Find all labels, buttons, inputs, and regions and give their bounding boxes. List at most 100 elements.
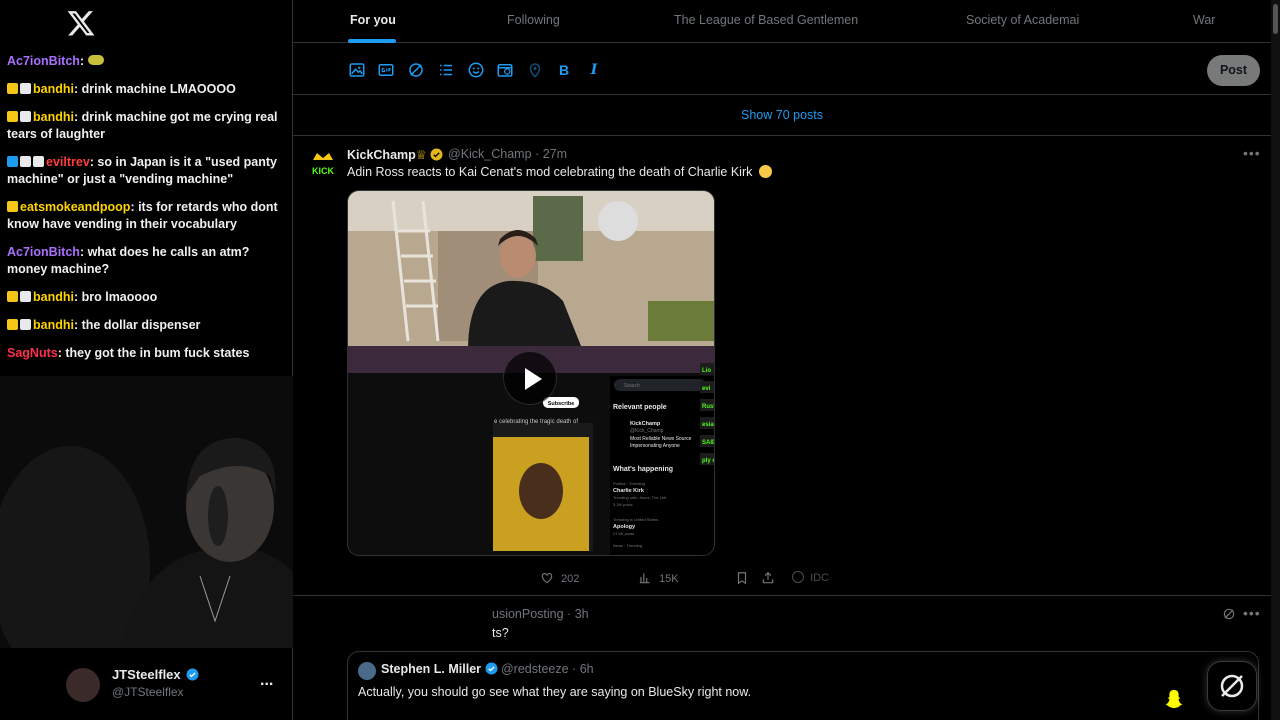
chat-text: bro lmaoooo <box>81 290 158 304</box>
tab-league-of-based-gentlemen[interactable]: The League of Based Gentlemen <box>674 13 858 27</box>
emoji-icon[interactable] <box>467 61 485 79</box>
chat-message: Ac7ionBitch: what does he calls an atm? … <box>7 244 287 278</box>
heart-icon <box>541 573 553 584</box>
gif-icon[interactable] <box>377 61 395 79</box>
chat-separator: : <box>79 245 88 259</box>
svg-text:Relevant people: Relevant people <box>613 404 667 411</box>
tweet-time: 3h <box>574 607 589 621</box>
gold-verified-icon <box>431 148 443 161</box>
chat-separator: : <box>73 290 82 304</box>
overlay-label: SAID <box>702 440 715 446</box>
svg-text:Impersonating Anyone: Impersonating Anyone <box>630 443 680 449</box>
poll-icon[interactable] <box>437 61 455 79</box>
chat-username[interactable]: bandhi <box>33 318 74 332</box>
verified-badge-icon <box>485 662 497 675</box>
tweet-meta: usionPosting · 3h <box>492 607 589 621</box>
timeline-tabs: For you Following The League of Based Ge… <box>293 0 1271 43</box>
stream-chat: Ac7ionBitch: bandhi: drink machine LMAOO… <box>7 53 287 373</box>
badge-badge-icon <box>20 291 31 302</box>
video-player[interactable]: Subscribe e celebrating the tragic death… <box>347 190 715 556</box>
crown-emoji: ♕ <box>415 148 427 162</box>
play-button[interactable] <box>503 351 557 405</box>
scrollbar[interactable] <box>1271 0 1280 720</box>
crown-badge-icon <box>7 111 18 122</box>
crown-badge-icon <box>7 83 18 94</box>
chat-separator: : <box>79 54 88 68</box>
chat-message: eviltrev: so in Japan is it a "used pant… <box>7 154 287 188</box>
italic-icon[interactable]: I <box>585 61 603 79</box>
badge-badge-icon <box>20 156 31 167</box>
location-icon <box>529 63 541 78</box>
more-icon[interactable]: ... <box>260 672 273 690</box>
post-button[interactable]: Post <box>1207 55 1260 86</box>
crown-badge-icon <box>7 291 18 302</box>
grok-icon <box>1220 674 1244 698</box>
chat-username[interactable]: Ac7ionBitch <box>7 54 80 68</box>
chat-separator: : <box>130 200 139 214</box>
tab-following[interactable]: Following <box>507 13 560 27</box>
like-button[interactable]: 202 <box>540 571 579 585</box>
schedule-icon[interactable] <box>496 61 514 79</box>
crown-badge-icon <box>7 319 18 330</box>
chat-username[interactable]: bandhi <box>33 290 74 304</box>
quote-text: Actually, you should go see what they ar… <box>358 685 752 699</box>
idc-button[interactable]: IDC <box>792 571 829 584</box>
tweet-text: Adin Ross reacts to Kai Cenat's mod cele… <box>347 165 772 179</box>
svg-text:Apology: Apology <box>613 524 636 530</box>
avatar <box>66 668 100 702</box>
account-name: JTSteelflex <box>112 667 199 682</box>
verified-badge-icon <box>7 156 18 167</box>
show-new-posts-button[interactable]: Show 70 posts <box>293 96 1271 136</box>
svg-text:Most Reliable News Source: Most Reliable News Source <box>630 436 692 442</box>
tab-war[interactable]: War <box>1193 13 1215 27</box>
avatar-text: KICK <box>312 166 334 176</box>
chat-username[interactable]: Ac7ionBitch <box>7 245 80 259</box>
chat-separator: : <box>73 82 82 96</box>
svg-text:What's happening: What's happening <box>613 466 673 473</box>
more-icon[interactable]: ••• <box>1243 605 1261 621</box>
screen: Ac7ionBitch: bandhi: drink machine LMAOO… <box>0 0 1280 720</box>
scrollbar-thumb[interactable] <box>1273 4 1278 34</box>
svg-text:Charlie Kirk: Charlie Kirk <box>613 488 645 494</box>
chat-username[interactable]: bandhi <box>33 82 74 96</box>
tweet[interactable]: usionPosting · 3h ts? ••• Stephen L. Mil… <box>293 597 1271 720</box>
svg-text:27.6K posts: 27.6K posts <box>613 531 634 536</box>
share-button[interactable] <box>761 571 775 585</box>
crown-badge-icon <box>7 201 18 212</box>
bookmark-icon <box>737 572 747 585</box>
chat-message: Ac7ionBitch: <box>7 53 287 70</box>
x-logo-icon[interactable] <box>66 8 96 38</box>
tweet[interactable]: KICK KickChamp♕ @Kick_Champ · 27m ••• Ad… <box>293 137 1271 596</box>
grok-icon[interactable] <box>407 61 425 79</box>
chat-message: bandhi: bro lmaoooo <box>7 289 287 306</box>
bold-icon[interactable]: B <box>555 61 573 79</box>
badge-badge-icon <box>33 156 44 167</box>
chat-username[interactable]: bandhi <box>33 110 74 124</box>
svg-text:@Kick_Champ: @Kick_Champ <box>630 428 664 434</box>
chat-separator: : <box>73 110 82 124</box>
bookmark-button[interactable] <box>735 571 749 585</box>
badge-badge-icon <box>20 319 31 330</box>
quoted-tweet[interactable]: Stephen L. Miller @redsteeze · 6h Actual… <box>347 651 1259 720</box>
tab-society-of-academai[interactable]: Society of Academai <box>966 13 1079 27</box>
svg-text:KickChamp: KickChamp <box>630 421 661 427</box>
overlay-label: evi <box>702 386 711 392</box>
author-name: usionPosting <box>492 607 564 621</box>
more-icon[interactable]: ••• <box>1243 145 1261 161</box>
active-tab-indicator <box>348 39 396 43</box>
chat-username[interactable]: eatsmokeandpoop <box>20 200 130 214</box>
grok-icon[interactable] <box>1222 607 1236 621</box>
author-name[interactable]: KickChamp♕ <box>347 147 443 162</box>
grok-button[interactable] <box>1207 661 1257 711</box>
account-switcher[interactable]: JTSteelflex @JTSteelflex ... <box>66 664 286 704</box>
snapchat-icon <box>1165 689 1183 709</box>
chat-username[interactable]: SagNuts <box>7 346 58 360</box>
chat-username[interactable]: eviltrev <box>46 155 90 169</box>
views-button[interactable]: 15K <box>638 571 679 585</box>
image-icon[interactable] <box>348 61 366 79</box>
chat-message: bandhi: the dollar dispenser <box>7 317 287 334</box>
composer-toolbar: B I Post <box>293 44 1271 95</box>
tab-for-you[interactable]: For you <box>350 13 396 27</box>
chat-text: the dollar dispenser <box>81 318 201 332</box>
avatar[interactable]: KICK <box>309 150 337 178</box>
